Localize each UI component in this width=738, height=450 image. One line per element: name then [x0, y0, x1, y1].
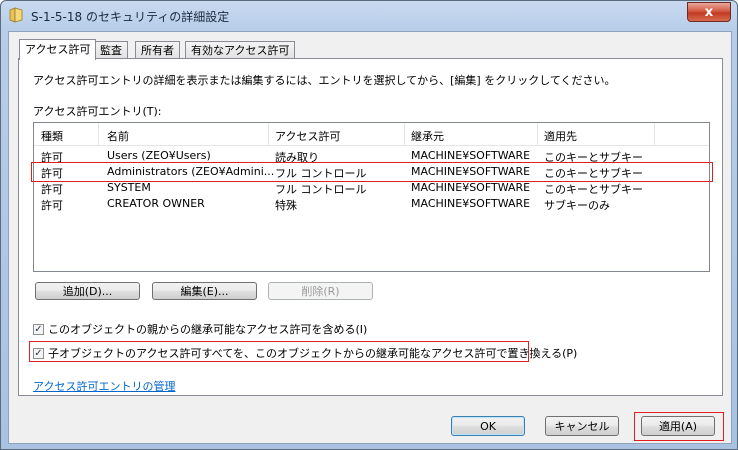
table-row[interactable]: 許可 SYSTEM フル コントロール MACHINE¥SOFTWARE このキ…	[34, 180, 709, 196]
table-row[interactable]: 許可 CREATOR OWNER 特殊 MACHINE¥SOFTWARE サブキ…	[34, 196, 709, 212]
cancel-button[interactable]: キャンセル	[545, 416, 619, 436]
tab-effective-permissions[interactable]: 有効なアクセス許可	[185, 41, 296, 59]
replace-checkbox[interactable]: ✓	[33, 347, 44, 359]
replace-checkbox-label: 子オブジェクトのアクセス許可すべてを、このオブジェクトからの継承可能なアクセス許…	[48, 347, 578, 360]
table-row[interactable]: 許可 Administrators (ZEO¥Admini... フル コントロ…	[34, 164, 709, 180]
column-divider[interactable]	[404, 123, 405, 145]
cell-type: 許可	[41, 183, 63, 196]
replace-child-permissions-option[interactable]: ✓ 子オブジェクトのアクセス許可すべてを、このオブジェクトからの継承可能なアクセ…	[33, 345, 577, 361]
cell-inherited-from: MACHINE¥SOFTWARE	[411, 165, 531, 178]
title-bar[interactable]: S-1-5-18 のセキュリティの詳細設定 x	[1, 1, 737, 29]
column-inherited-from[interactable]: 継承元	[411, 128, 444, 144]
close-icon: x	[704, 4, 714, 20]
dialog-client: アクセス許可 監査 所有者 有効なアクセス許可 アクセス許可エントリの詳細を表示…	[8, 31, 732, 444]
cell-permission: 特殊	[275, 199, 297, 212]
ok-button[interactable]: OK	[451, 416, 525, 436]
tab-permissions[interactable]: アクセス許可	[19, 39, 97, 60]
inherit-checkbox[interactable]: ✓	[33, 323, 44, 335]
column-permission[interactable]: アクセス許可	[275, 128, 340, 144]
folder-key-icon	[9, 7, 23, 23]
tab-auditing[interactable]: 監査	[94, 41, 128, 59]
cell-applies-to: サブキーのみ	[544, 199, 610, 212]
column-divider[interactable]	[268, 123, 269, 145]
dialog-window: S-1-5-18 のセキュリティの詳細設定 x アクセス許可 監査 所有者 有効…	[0, 0, 738, 450]
cell-permission: フル コントロール	[275, 183, 367, 196]
cell-applies-to: このキーとサブキー	[544, 183, 643, 196]
column-applies-to[interactable]: 適用先	[544, 128, 577, 144]
cell-name: CREATOR OWNER	[107, 197, 205, 210]
tab-owner[interactable]: 所有者	[135, 41, 180, 59]
add-button[interactable]: 追加(D)...	[35, 282, 140, 300]
cell-name: Administrators (ZEO¥Admini...	[107, 165, 275, 178]
cell-type: 許可	[41, 151, 63, 164]
inherit-checkbox-label: このオブジェクトの親からの継承可能なアクセス許可を含める(I)	[48, 323, 368, 336]
panel-description: アクセス許可エントリの詳細を表示または編集するには、エントリを選択してから、[編…	[33, 74, 616, 87]
edit-button[interactable]: 編集(E)...	[152, 282, 257, 300]
cell-name: SYSTEM	[107, 181, 151, 194]
cell-type: 許可	[41, 167, 63, 180]
manage-permission-entries-link[interactable]: アクセス許可エントリの管理	[33, 378, 175, 394]
inherit-permissions-option[interactable]: ✓ このオブジェクトの親からの継承可能なアクセス許可を含める(I)	[33, 321, 367, 337]
entries-label: アクセス許可エントリ(T):	[33, 105, 162, 118]
cell-applies-to: このキーとサブキー	[544, 151, 643, 164]
table-row[interactable]: 許可 Users (ZEO¥Users) 読み取り MACHINE¥SOFTWA…	[34, 148, 709, 164]
permissions-panel: アクセス許可エントリの詳細を表示または編集するには、エントリを選択してから、[編…	[18, 58, 723, 396]
column-divider[interactable]	[537, 123, 538, 145]
cell-permission: フル コントロール	[275, 167, 367, 180]
cell-inherited-from: MACHINE¥SOFTWARE	[411, 181, 531, 194]
column-type[interactable]: 種類	[41, 128, 63, 144]
column-divider[interactable]	[654, 123, 655, 145]
apply-button[interactable]: 適用(A)	[641, 416, 715, 436]
close-button[interactable]: x	[687, 2, 731, 22]
column-name[interactable]: 名前	[107, 128, 129, 144]
list-header: 種類 名前 アクセス許可 継承元 適用先	[34, 123, 709, 146]
cell-inherited-from: MACHINE¥SOFTWARE	[411, 149, 531, 162]
window-title: S-1-5-18 のセキュリティの詳細設定	[31, 10, 230, 24]
column-divider[interactable]	[98, 123, 99, 145]
cell-name: Users (ZEO¥Users)	[107, 149, 211, 162]
remove-button[interactable]: 削除(R)	[268, 282, 373, 300]
cell-inherited-from: MACHINE¥SOFTWARE	[411, 197, 531, 210]
cell-type: 許可	[41, 199, 63, 212]
cell-applies-to: このキーとサブキー	[544, 167, 643, 180]
cell-permission: 読み取り	[275, 151, 319, 164]
permission-entries-list[interactable]: 種類 名前 アクセス許可 継承元 適用先 許可 Users (ZEO¥Users…	[31, 122, 713, 272]
